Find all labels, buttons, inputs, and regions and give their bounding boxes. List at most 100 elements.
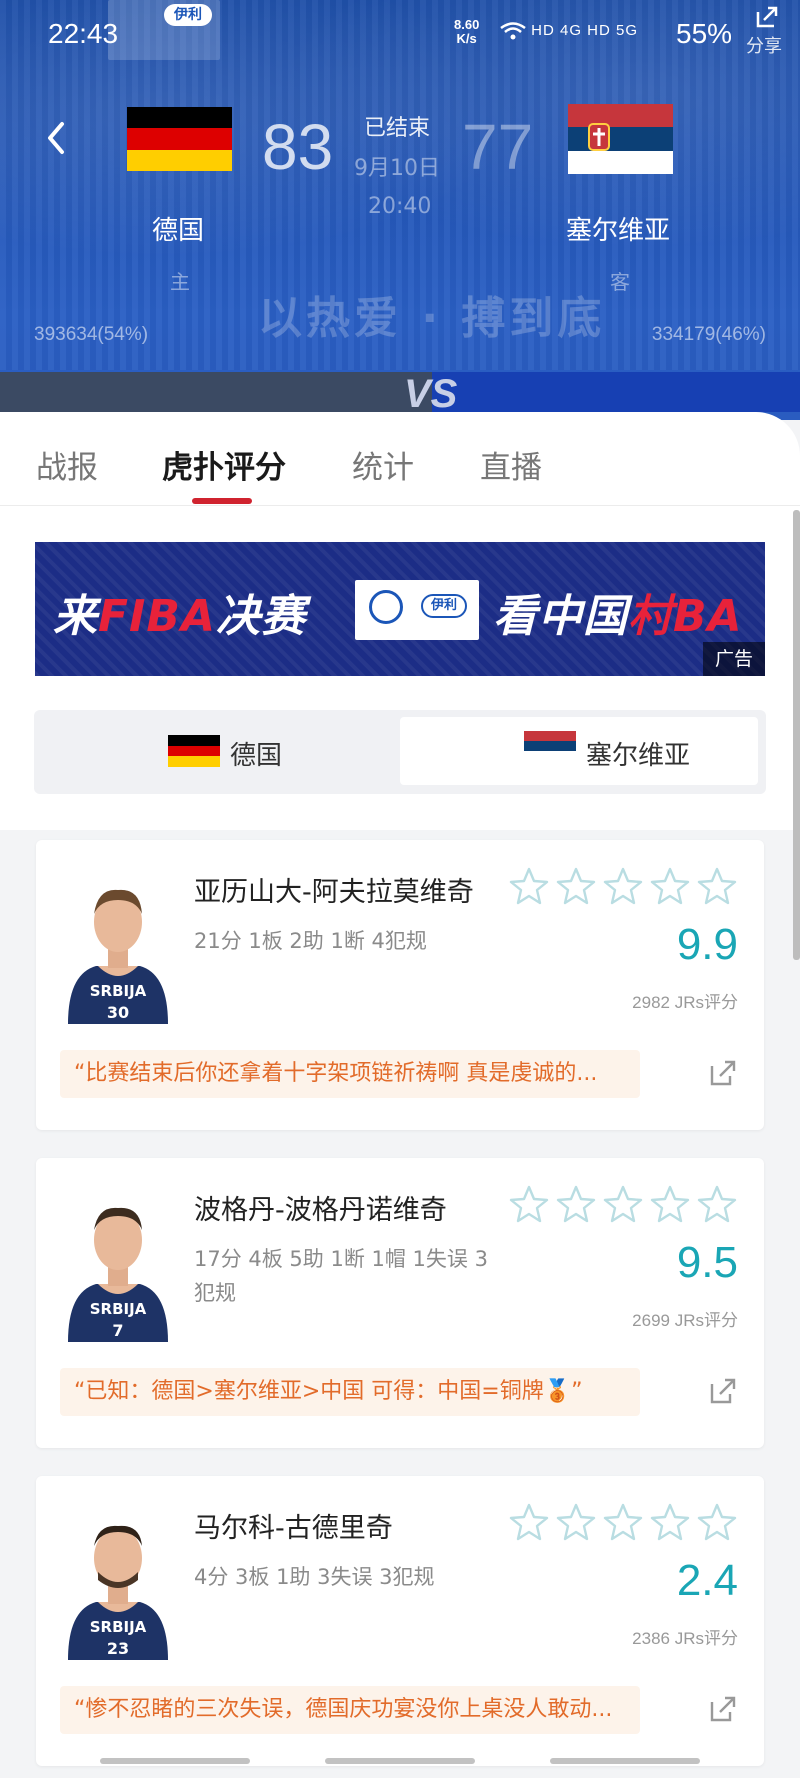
serbia-flag: [568, 104, 673, 174]
match-status: 已结束: [364, 116, 431, 141]
match-header: 22:43 8.60 K/s HD 4G HD 5G 55% 伊利 分享 83 …: [0, 0, 800, 420]
star-icon: [650, 867, 690, 905]
star-icon: [556, 1185, 596, 1223]
fiba-logo-icon: [369, 590, 403, 624]
player-name: 亚历山大-阿夫拉莫维奇: [194, 877, 474, 908]
away-support-count: 334179(46%): [651, 324, 766, 345]
away-role-label: 客: [610, 270, 630, 294]
battery-level: 55%: [676, 18, 733, 49]
wifi-icon: [500, 22, 526, 40]
share-icon[interactable]: [708, 1058, 738, 1088]
star-icon: [650, 1503, 690, 1541]
nav-gesture-pill[interactable]: [100, 1758, 250, 1764]
home-support-count: 393634(54%): [34, 324, 149, 345]
rating-votes: 2982 JRs评分: [632, 993, 738, 1012]
rating-votes: 2699 JRs评分: [632, 1311, 738, 1330]
rating-stars[interactable]: [508, 1184, 748, 1228]
team-switch-serbia[interactable]: 塞尔维亚: [400, 717, 758, 785]
star-icon: [509, 1503, 549, 1541]
rating-stars[interactable]: [508, 866, 748, 910]
star-icon: [556, 867, 596, 905]
player-rating: 2.4: [676, 1556, 738, 1605]
tab-stats[interactable]: 统计: [352, 442, 414, 487]
player-stats: 21分 1板 2助 1断 4犯规: [194, 929, 427, 953]
player-rating: 9.5: [676, 1238, 738, 1287]
player-card[interactable]: SRBIJA 7 波格丹-波格丹诺维奇 17分 4板 5助 1断 1帽 1失误 …: [36, 1158, 764, 1448]
rating-votes: 2386 JRs评分: [632, 1629, 738, 1648]
team-switch: 德国 塞尔维亚: [34, 710, 766, 794]
serbia-coat-of-arms-icon: [588, 123, 610, 151]
home-role-label: 主: [170, 270, 190, 294]
top-comment[interactable]: “比赛结束后你还拿着十字架项链祈祷啊 真是虔诚的...: [60, 1050, 640, 1098]
nav-gesture-pill[interactable]: [325, 1758, 475, 1764]
player-rating: 9.9: [676, 920, 738, 969]
content-panel: 战报 虎扑评分 统计 直播 来FIBA决赛 伊利 看中国村BA 广告 德国 塞尔…: [0, 412, 800, 1778]
match-time: 20:40: [368, 194, 432, 219]
star-icon: [509, 867, 549, 905]
away-score: 77: [462, 111, 534, 183]
player-card[interactable]: SRBIJA 23 马尔科-古德里奇 4分 3板 1助 3失误 3犯规 2.4 …: [36, 1476, 764, 1766]
yili-logo: 伊利: [421, 594, 467, 618]
player-photo: SRBIJA 23: [68, 1525, 168, 1660]
share-button[interactable]: 分享: [738, 2, 796, 57]
top-comment[interactable]: “已知：德国>塞尔维亚>中国 可得：中国=铜牌🥉”: [60, 1368, 640, 1416]
svg-text:SRBIJA: SRBIJA: [90, 1618, 147, 1636]
home-support-fill: [0, 372, 432, 412]
fiba-world-cup-logo: 伊利: [108, 0, 220, 60]
team-switch-germany[interactable]: 德国: [42, 717, 392, 785]
rating-stars[interactable]: [508, 1502, 748, 1546]
player-card[interactable]: SRBIJA 30 亚历山大-阿夫拉莫维奇 21分 1板 2助 1断 4犯规 9…: [36, 840, 764, 1130]
svg-text:30: 30: [107, 1003, 129, 1022]
ad-banner[interactable]: 来FIBA决赛 伊利 看中国村BA 广告: [35, 542, 765, 676]
ad-tag: 广告: [703, 642, 765, 676]
germany-flag: [168, 735, 220, 767]
tab-report[interactable]: 战报: [36, 442, 98, 487]
player-photo: SRBIJA 30: [68, 889, 168, 1024]
home-team-name[interactable]: 德国: [152, 210, 204, 247]
nav-gesture-pill[interactable]: [550, 1758, 700, 1764]
star-icon: [603, 1503, 643, 1541]
team-switch-label: 德国: [230, 741, 283, 771]
chevron-left-icon: [48, 122, 64, 154]
share-icon: [756, 6, 778, 28]
star-icon: [603, 1185, 643, 1223]
player-photo: SRBIJA 7: [68, 1207, 168, 1342]
away-team-name[interactable]: 塞尔维亚: [566, 210, 670, 247]
star-icon: [556, 1503, 596, 1541]
svg-text:SRBIJA: SRBIJA: [90, 982, 147, 1000]
signal-icons: HD 4G HD 5G: [500, 22, 638, 40]
scrollbar[interactable]: [793, 510, 800, 960]
svg-text:7: 7: [112, 1321, 123, 1340]
network-speed: 8.60 K/s: [454, 17, 480, 46]
player-stats: 17分 4板 5助 1断 1帽 1失误 3犯规: [194, 1247, 488, 1305]
ad-right-text: 看中国村BA: [493, 591, 743, 642]
svg-text:SRBIJA: SRBIJA: [90, 1300, 147, 1318]
support-bar[interactable]: [0, 372, 800, 412]
svg-text:23: 23: [107, 1639, 129, 1658]
star-icon: [603, 867, 643, 905]
vs-badge: VS: [404, 372, 458, 416]
tab-live[interactable]: 直播: [480, 442, 542, 487]
player-name: 波格丹-波格丹诺维奇: [194, 1195, 447, 1226]
share-icon[interactable]: [708, 1694, 738, 1724]
home-score: 83: [262, 111, 334, 183]
star-icon: [650, 1185, 690, 1223]
back-button[interactable]: [42, 118, 72, 158]
share-icon[interactable]: [708, 1376, 738, 1406]
away-support-fill: [432, 372, 800, 412]
slogan-watermark: 以热爱 · 搏到底: [258, 293, 606, 344]
team-switch-label: 塞尔维亚: [586, 741, 691, 771]
star-icon: [697, 1185, 737, 1223]
share-label: 分享: [746, 36, 782, 57]
top-comment[interactable]: “惨不忍睹的三次失误，德国庆功宴没你上桌没人敢动...: [60, 1686, 640, 1734]
player-stats: 4分 3板 1助 3失误 3犯规: [194, 1565, 435, 1589]
match-date: 9月10日: [354, 156, 440, 181]
active-tab-indicator: [192, 498, 252, 504]
serbia-flag: [524, 731, 576, 761]
tab-hupu-rating[interactable]: 虎扑评分: [162, 442, 286, 487]
yili-logo: 伊利: [164, 4, 212, 26]
germany-flag: [127, 107, 232, 171]
ad-left-text: 来FIBA决赛: [53, 591, 307, 642]
player-name: 马尔科-古德里奇: [194, 1513, 393, 1544]
star-icon: [697, 1503, 737, 1541]
